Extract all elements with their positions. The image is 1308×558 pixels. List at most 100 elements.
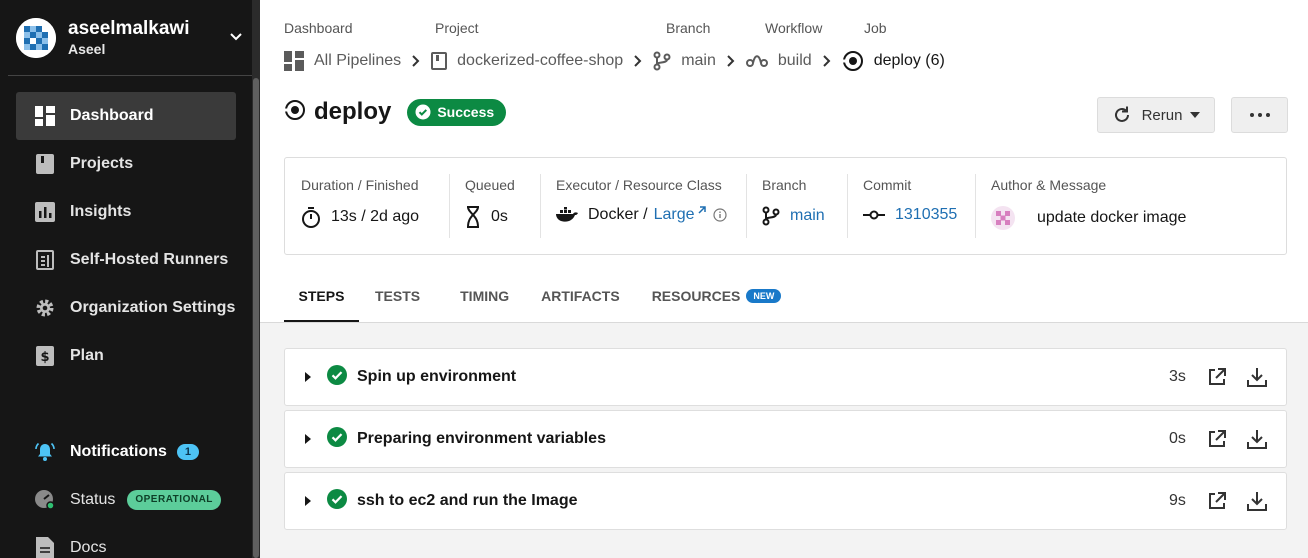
notification-count-badge: 1 bbox=[176, 444, 199, 460]
status-gauge-icon bbox=[34, 489, 56, 511]
breadcrumb-text: deploy (6) bbox=[873, 52, 945, 69]
sidebar-item-label: Notifications bbox=[70, 443, 167, 460]
queued-value: 0s bbox=[491, 208, 508, 225]
step-row[interactable]: ssh to ec2 and run the Image 9s bbox=[284, 472, 1287, 530]
caret-right-icon[interactable] bbox=[305, 372, 315, 382]
step-row[interactable]: Spin up environment 3s bbox=[284, 348, 1287, 406]
book-icon bbox=[34, 153, 56, 175]
breadcrumb-text: All Pipelines bbox=[314, 52, 402, 69]
hourglass-icon bbox=[467, 206, 479, 228]
sidebar-item-label: Organization Settings bbox=[70, 299, 236, 316]
duration-label: Duration / Finished bbox=[301, 177, 419, 193]
step-name: Spin up environment bbox=[357, 368, 517, 385]
status-badge: OPERATIONAL bbox=[127, 490, 221, 510]
branch-icon bbox=[762, 206, 780, 226]
commit-link[interactable]: 1310355 bbox=[895, 206, 957, 224]
open-external-icon[interactable] bbox=[1207, 491, 1227, 516]
download-icon[interactable] bbox=[1246, 366, 1268, 393]
caret-right-icon[interactable] bbox=[305, 496, 315, 506]
chart-icon bbox=[34, 201, 56, 223]
step-row[interactable]: Preparing environment variables 0s bbox=[284, 410, 1287, 468]
job-icon bbox=[841, 51, 863, 71]
breadcrumb-text: dockerized-coffee-shop bbox=[457, 52, 624, 69]
chevron-down-icon[interactable] bbox=[228, 28, 244, 49]
sidebar-item-dashboard[interactable]: Dashboard bbox=[16, 92, 236, 140]
check-circle-icon bbox=[415, 104, 431, 120]
caret-right-icon[interactable] bbox=[305, 434, 315, 444]
sidebar-item-status[interactable]: Status OPERATIONAL bbox=[16, 476, 236, 524]
sidebar: aseelmalkawi Aseel Dashboard Projects In… bbox=[0, 0, 260, 558]
tab-label: TIMING bbox=[460, 288, 510, 304]
sidebar-item-label: Self-Hosted Runners bbox=[70, 251, 229, 268]
book-icon bbox=[431, 52, 448, 70]
tab-timing[interactable]: TIMING bbox=[436, 276, 525, 323]
sidebar-item-plan[interactable]: $ Plan bbox=[16, 332, 236, 380]
author-avatar bbox=[991, 206, 1025, 230]
job-icon bbox=[284, 99, 306, 126]
tab-tests[interactable]: TESTS bbox=[359, 276, 436, 323]
breadcrumb-label: Branch bbox=[666, 20, 711, 36]
sidebar-item-org-settings[interactable]: Organization Settings bbox=[16, 284, 236, 332]
breadcrumb-job[interactable]: deploy (6) bbox=[841, 50, 945, 72]
sidebar-scrollbar-thumb[interactable] bbox=[253, 78, 259, 558]
tab-label: TESTS bbox=[375, 288, 421, 304]
org-name: aseelmalkawi bbox=[68, 18, 190, 39]
more-options-button[interactable] bbox=[1231, 97, 1288, 133]
dashboard-icon bbox=[34, 105, 56, 127]
download-icon[interactable] bbox=[1246, 490, 1268, 517]
check-circle-icon bbox=[327, 426, 347, 452]
job-header: deploy Success bbox=[284, 98, 507, 126]
tab-steps[interactable]: STEPS bbox=[284, 276, 359, 323]
sidebar-item-notifications[interactable]: Notifications 1 bbox=[16, 428, 236, 476]
sidebar-item-label: Dashboard bbox=[70, 107, 154, 124]
sidebar-item-docs[interactable]: Docs bbox=[16, 524, 236, 558]
page-title: deploy bbox=[314, 98, 392, 125]
org-user: Aseel bbox=[68, 41, 106, 57]
check-circle-icon bbox=[327, 364, 347, 390]
download-icon[interactable] bbox=[1246, 428, 1268, 455]
open-external-icon[interactable] bbox=[1207, 367, 1227, 392]
info-icon bbox=[712, 208, 727, 222]
resource-class-link[interactable]: Large bbox=[654, 206, 695, 224]
breadcrumb-all-pipelines[interactable]: All Pipelines bbox=[284, 51, 401, 71]
check-circle-icon bbox=[327, 488, 347, 514]
branch-section: Branch main bbox=[746, 158, 847, 254]
queued-section: Queued 0s bbox=[449, 158, 540, 254]
open-external-icon[interactable] bbox=[1207, 429, 1227, 454]
breadcrumb-label: Workflow bbox=[765, 20, 823, 36]
rerun-button[interactable]: Rerun bbox=[1097, 97, 1215, 133]
org-avatar bbox=[16, 18, 56, 58]
commit-icon bbox=[863, 210, 885, 220]
breadcrumb-project[interactable]: dockerized-coffee-shop bbox=[431, 52, 623, 70]
breadcrumb-branch[interactable]: main bbox=[653, 51, 716, 71]
step-duration: 0s bbox=[1169, 430, 1186, 447]
tab-artifacts[interactable]: ARTIFACTS bbox=[525, 276, 636, 323]
sidebar-item-insights[interactable]: Insights bbox=[16, 188, 236, 236]
breadcrumb-workflow[interactable]: build bbox=[745, 52, 812, 70]
workflow-icon bbox=[745, 55, 768, 67]
chevron-right-icon bbox=[822, 54, 832, 68]
sidebar-item-label: Plan bbox=[70, 347, 104, 364]
step-duration: 9s bbox=[1169, 492, 1186, 509]
sidebar-item-projects[interactable]: Projects bbox=[16, 140, 236, 188]
author-section: Author & Message update docker image bbox=[975, 158, 1286, 254]
sidebar-item-label: Status bbox=[70, 491, 116, 508]
sidebar-item-label: Insights bbox=[70, 203, 132, 220]
branch-link[interactable]: main bbox=[790, 207, 825, 225]
job-tabs: STEPS TESTS TIMING ARTIFACTS RESOURCES N… bbox=[284, 276, 797, 323]
tab-label: RESOURCES bbox=[651, 288, 741, 304]
docker-icon bbox=[556, 207, 578, 222]
dollar-icon: $ bbox=[34, 345, 56, 367]
status-text: Success bbox=[437, 104, 495, 120]
breadcrumb-text: main bbox=[681, 52, 716, 69]
org-switcher[interactable]: aseelmalkawi Aseel bbox=[16, 16, 252, 60]
step-name: ssh to ec2 and run the Image bbox=[357, 492, 578, 509]
sidebar-item-label: Projects bbox=[70, 155, 134, 172]
bell-icon bbox=[34, 441, 56, 463]
executor-value: Docker / bbox=[588, 206, 648, 223]
tab-resources[interactable]: RESOURCES NEW bbox=[636, 276, 798, 323]
step-name: Preparing environment variables bbox=[357, 430, 606, 447]
author-label: Author & Message bbox=[991, 177, 1107, 193]
sidebar-item-runners[interactable]: Self-Hosted Runners bbox=[16, 236, 236, 284]
executor-section: Executor / Resource Class Docker / Large bbox=[540, 158, 746, 254]
